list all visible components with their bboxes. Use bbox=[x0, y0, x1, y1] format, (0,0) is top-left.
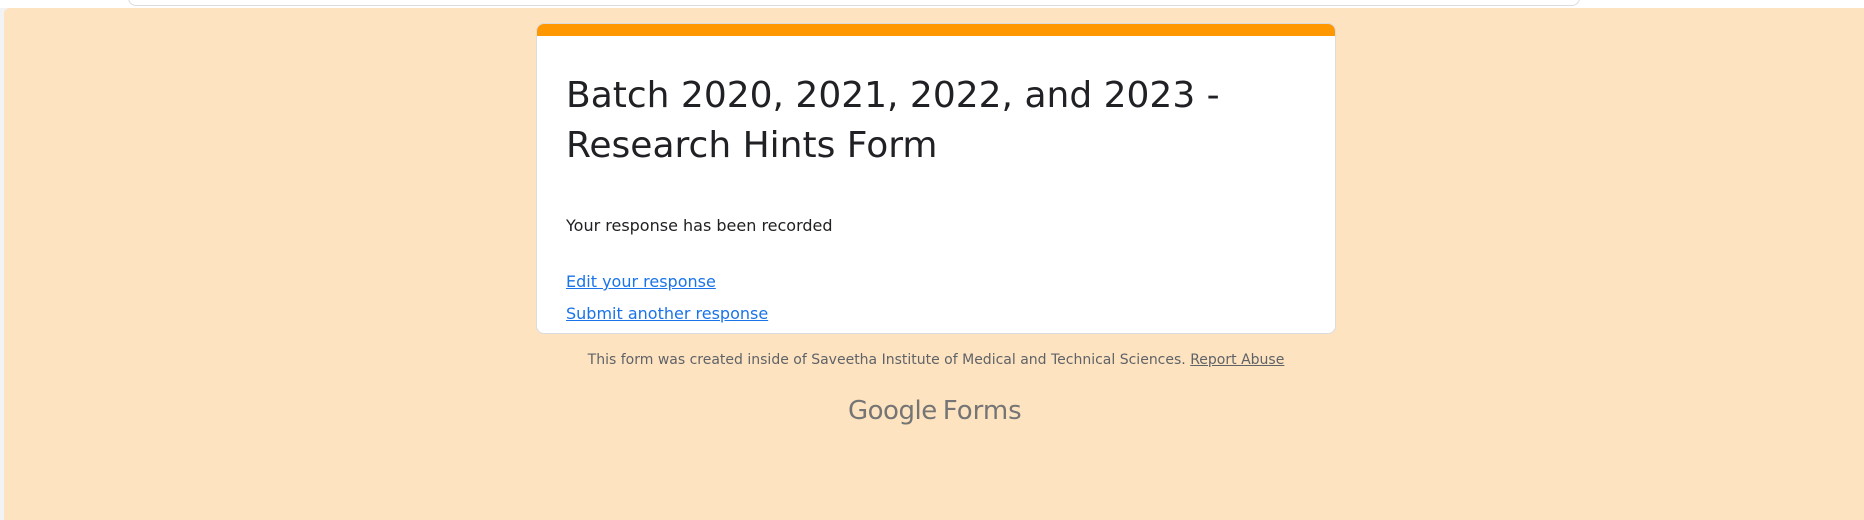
confirmation-message: Your response has been recorded bbox=[566, 216, 833, 235]
footer-note: This form was created inside of Saveetha… bbox=[0, 352, 1864, 368]
browser-top-strip bbox=[0, 0, 1864, 8]
top-strip-panel bbox=[128, 0, 1580, 6]
form-title: Batch 2020, 2021, 2022, and 2023 - Resea… bbox=[566, 75, 1220, 166]
submit-another-response-link[interactable]: Submit another response bbox=[566, 302, 768, 326]
confirmation-card: Batch 2020, 2021, 2022, and 2023 - Resea… bbox=[536, 23, 1336, 334]
google-wordmark: Google bbox=[848, 396, 937, 426]
report-abuse-link[interactable]: Report Abuse bbox=[1190, 352, 1284, 368]
edit-response-link[interactable]: Edit your response bbox=[566, 270, 716, 294]
card-accent-bar bbox=[537, 24, 1335, 36]
footer-note-text: This form was created inside of Saveetha… bbox=[587, 352, 1186, 368]
google-forms-logo[interactable]: Google Forms bbox=[848, 396, 1022, 436]
forms-wordmark: Forms bbox=[942, 396, 1022, 426]
